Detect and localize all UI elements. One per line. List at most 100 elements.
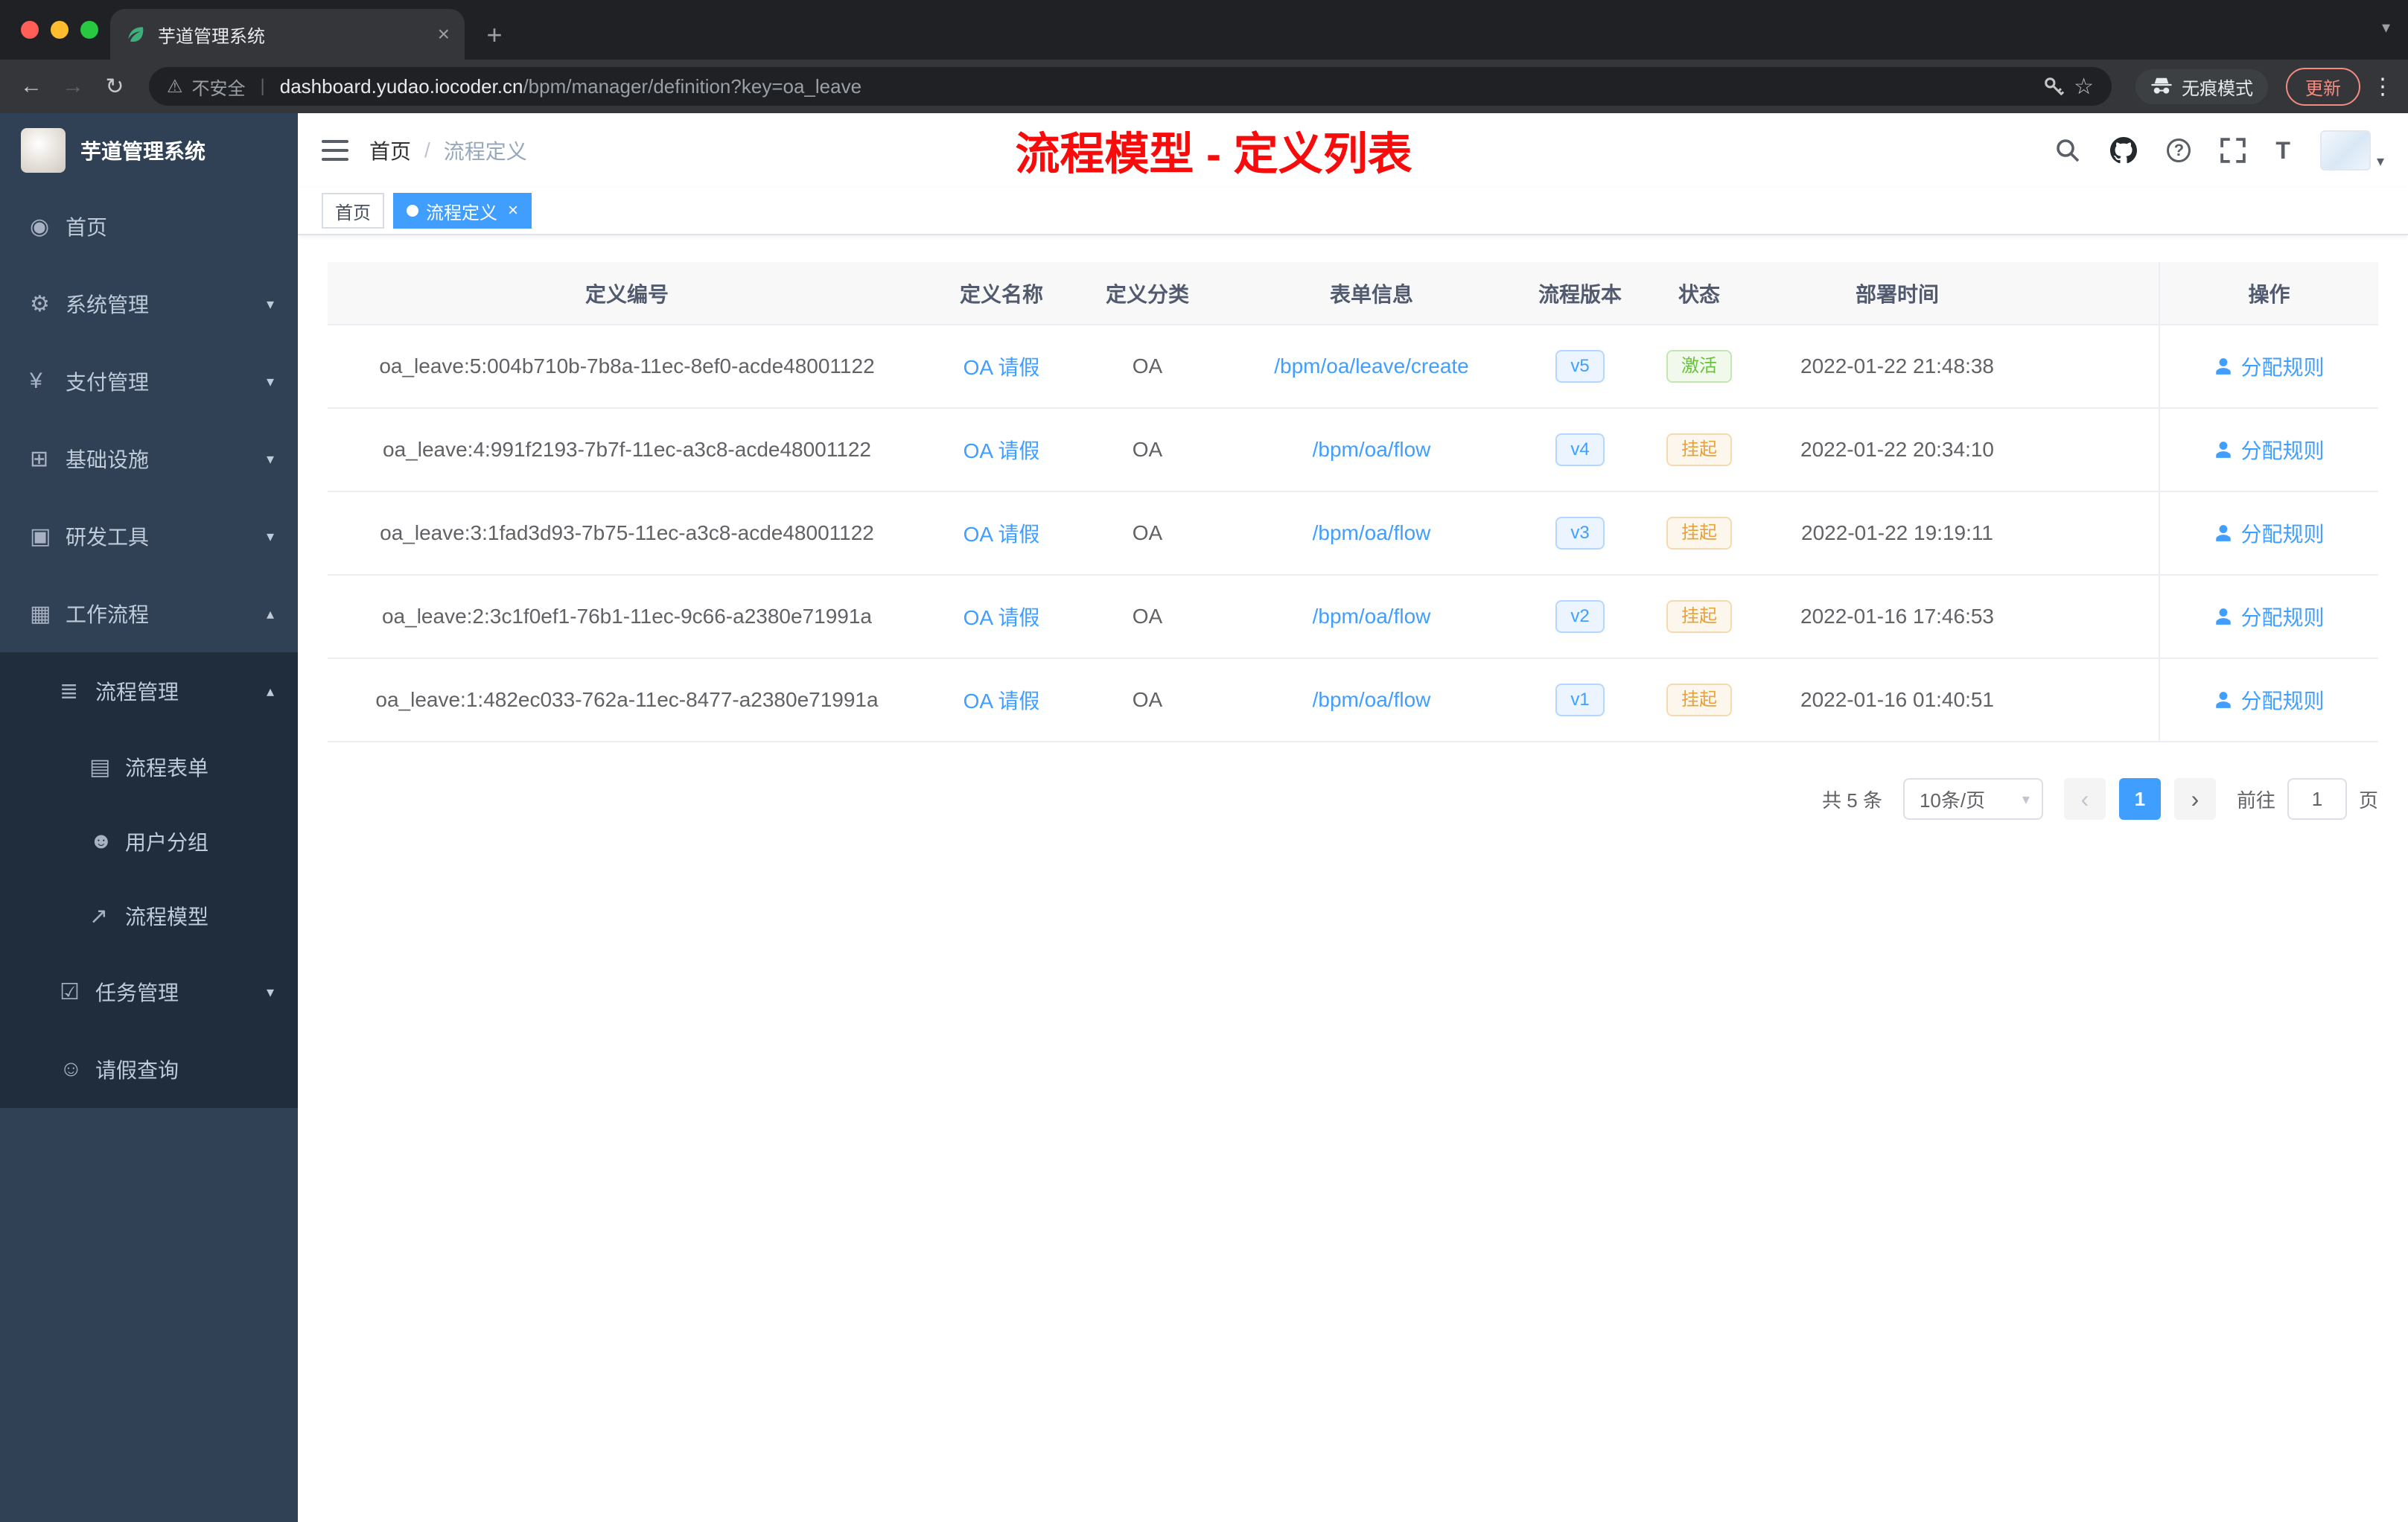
insecure-warning-icon: ⚠ — [167, 76, 183, 97]
sidebar-item-user-group[interactable]: ☻ 用户分组 — [0, 804, 298, 879]
security-label[interactable]: 不安全 — [192, 74, 246, 100]
definition-name-link[interactable]: OA 请假 — [963, 523, 1040, 546]
assign-rule-link[interactable]: 分配规则 — [2214, 518, 2325, 548]
task-icon: ☑ — [60, 979, 80, 1004]
sidebar-item-workflow[interactable]: ▦ 工作流程 ▴ — [0, 575, 298, 652]
back-button[interactable]: ← — [12, 74, 51, 99]
sidebar-item-process-form[interactable]: ▤ 流程表单 — [0, 730, 298, 804]
breadcrumb: 首页 / 流程定义 — [369, 136, 527, 165]
column-header-version: 流程版本 — [1538, 282, 1622, 306]
sidebar-item-label: 支付管理 — [66, 371, 150, 394]
omnibox-divider: | — [260, 76, 265, 96]
assign-rule-label: 分配规则 — [2240, 690, 2325, 713]
sidebar-item-label: 流程管理 — [95, 681, 179, 704]
sidebar-item-label: 工作流程 — [66, 603, 150, 626]
definition-name-link[interactable]: OA 请假 — [963, 439, 1040, 462]
form-info-link[interactable]: /bpm/oa/flow — [1313, 605, 1431, 628]
chevron-down-icon: ▾ — [266, 450, 274, 468]
chevron-up-icon: ▴ — [266, 605, 274, 623]
definition-id: oa_leave:1:482ec033-762a-11ec-8477-a2380… — [375, 688, 879, 711]
table-row: oa_leave:1:482ec033-762a-11ec-8477-a2380… — [328, 658, 2378, 742]
chevron-down-icon: ▾ — [266, 373, 274, 390]
status-tag: 挂起 — [1666, 433, 1732, 466]
yen-icon: ¥ — [30, 369, 42, 393]
sidebar-item-leave-query[interactable]: ☺ 请假查询 — [0, 1031, 298, 1108]
goto-page-input[interactable] — [2287, 778, 2347, 820]
status-tag: 挂起 — [1666, 600, 1732, 633]
user-avatar-menu[interactable]: ▾ — [2319, 130, 2384, 171]
sidebar-item-system-management[interactable]: ⚙ 系统管理 ▾ — [0, 265, 298, 343]
window-close-button[interactable] — [21, 21, 39, 39]
tag-home[interactable]: 首页 — [322, 193, 384, 229]
sidebar-item-label: 系统管理 — [66, 293, 150, 316]
next-page-button[interactable]: › — [2173, 778, 2216, 820]
sidebar-item-process-management[interactable]: ≣ 流程管理 ▴ — [0, 652, 298, 730]
assign-rule-label: 分配规则 — [2240, 523, 2325, 546]
deploy-time: 2022-01-22 20:34:10 — [1800, 438, 1994, 461]
page-size-select[interactable]: 10条/页 ▾ — [1902, 778, 2043, 820]
assign-rule-link[interactable]: 分配规则 — [2214, 351, 2325, 381]
definition-name-link[interactable]: OA 请假 — [963, 356, 1040, 379]
sidebar-item-label: 首页 — [66, 216, 108, 239]
form-info-link[interactable]: /bpm/oa/flow — [1313, 438, 1431, 461]
font-size-icon[interactable]: T — [2275, 137, 2290, 165]
sidebar-item-task-management[interactable]: ☑ 任务管理 ▾ — [0, 953, 298, 1031]
current-page-button[interactable]: 1 — [2118, 778, 2161, 820]
tab-search-chevron-icon[interactable]: ▾ — [2382, 18, 2390, 37]
sidebar-item-payment[interactable]: ¥ 支付管理 ▾ — [0, 343, 298, 420]
search-icon[interactable] — [2055, 138, 2080, 163]
sidebar-item-devtools[interactable]: ▣ 研发工具 ▾ — [0, 497, 298, 575]
goto-label: 前往 — [2236, 789, 2275, 812]
window-minimize-button[interactable] — [51, 21, 69, 39]
new-tab-button[interactable]: + — [477, 19, 512, 51]
form-info-link[interactable]: /bpm/oa/flow — [1313, 688, 1431, 711]
browser-menu-icon[interactable]: ⋮ — [2369, 74, 2396, 100]
forward-button[interactable]: → — [54, 74, 92, 99]
prev-page-button[interactable]: ‹ — [2063, 778, 2106, 820]
password-key-icon[interactable] — [2042, 75, 2065, 98]
sidebar-logo[interactable]: 芋道管理系统 — [0, 113, 298, 188]
logo-title: 芋道管理系统 — [80, 140, 206, 163]
chevron-down-icon: ▾ — [266, 984, 274, 1001]
sidebar-item-label: 请假查询 — [95, 1059, 179, 1082]
form-info-link[interactable]: /bpm/oa/leave/create — [1274, 354, 1469, 378]
chevron-down-icon: ▾ — [266, 296, 274, 313]
sidebar-fold-icon[interactable] — [322, 138, 348, 162]
assign-rule-link[interactable]: 分配规则 — [2214, 435, 2325, 465]
tab-close-icon[interactable]: × — [438, 22, 450, 46]
table-row: oa_leave:2:3c1f0ef1-76b1-11ec-9c66-a2380… — [328, 575, 2378, 659]
address-bar[interactable]: ⚠ 不安全 | dashboard.yudao.iocoder.cn/bpm/m… — [149, 67, 2112, 106]
sidebar-item-label: 流程模型 — [125, 905, 209, 929]
dashboard-icon: ◉ — [30, 214, 50, 239]
column-header-category: 定义分类 — [1105, 282, 1189, 306]
definition-name-link[interactable]: OA 请假 — [963, 606, 1040, 629]
form-info-link[interactable]: /bpm/oa/flow — [1313, 521, 1431, 544]
fullscreen-icon[interactable] — [2220, 138, 2246, 163]
help-icon[interactable]: ? — [2167, 138, 2191, 162]
column-header-form: 表单信息 — [1329, 282, 1413, 306]
table-header-row: 定义编号 定义名称 定义分类 表单信息 流程版本 状态 部署时间 操作 — [328, 262, 2378, 325]
definition-category: OA — [1132, 354, 1163, 378]
reload-button[interactable]: ↻ — [95, 74, 134, 100]
sidebar-item-process-model[interactable]: ↗ 流程模型 — [0, 879, 298, 953]
user-icon — [2216, 692, 2232, 708]
workflow-icon: ▦ — [30, 601, 51, 626]
tag-process-definition[interactable]: 流程定义 × — [393, 193, 532, 229]
breadcrumb-home[interactable]: 首页 — [369, 136, 411, 165]
assign-rule-link[interactable]: 分配规则 — [2214, 602, 2325, 631]
assign-rule-link[interactable]: 分配规则 — [2214, 685, 2325, 715]
window-zoom-button[interactable] — [80, 21, 98, 39]
definition-name-link[interactable]: OA 请假 — [963, 690, 1040, 713]
assign-rule-label: 分配规则 — [2240, 439, 2325, 462]
sidebar-item-home[interactable]: ◉ 首页 — [0, 188, 298, 265]
tag-close-icon[interactable]: × — [508, 200, 518, 221]
browser-tab[interactable]: 芋道管理系统 × — [110, 9, 465, 60]
deploy-time: 2022-01-22 19:19:11 — [1801, 521, 1993, 544]
sidebar-item-infrastructure[interactable]: ⊞ 基础设施 ▾ — [0, 420, 298, 497]
browser-update-button[interactable]: 更新 — [2286, 67, 2360, 106]
browser-toolbar: ← → ↻ ⚠ 不安全 | dashboard.yudao.iocoder.cn… — [0, 60, 2408, 113]
definition-id: oa_leave:5:004b710b-7b8a-11ec-8ef0-acde4… — [379, 354, 875, 378]
table-row: oa_leave:3:1fad3d93-7b75-11ec-a3c8-acde4… — [328, 491, 2378, 576]
github-icon[interactable] — [2110, 137, 2138, 164]
bookmark-star-icon[interactable]: ☆ — [2074, 74, 2094, 100]
